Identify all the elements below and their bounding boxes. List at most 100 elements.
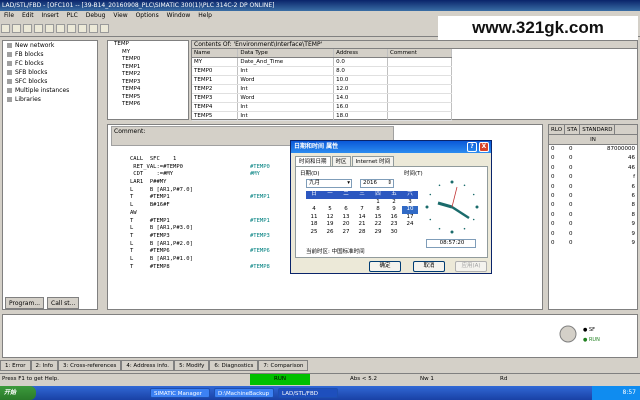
tab-info[interactable]: 2: Info — [30, 360, 59, 371]
tree-item-sfc-blocks[interactable]: SFC blocks — [3, 77, 97, 86]
apply-button[interactable]: 应用(A) — [455, 261, 487, 272]
tab-modify[interactable]: 5: Modify — [174, 360, 210, 371]
help-icon[interactable]: ? — [467, 142, 477, 152]
table-row[interactable]: TEMP5 Int 18.0 — [192, 111, 452, 121]
taskbar-item[interactable]: LAD/STL/FBD — [278, 388, 338, 398]
column-header[interactable]: Name — [192, 49, 239, 58]
interface-tree-item[interactable]: TEMP5 — [108, 94, 188, 102]
calendar-day[interactable]: 26 — [322, 229, 338, 237]
tab-comparison[interactable]: 7: Comparison — [258, 360, 309, 371]
table-row[interactable]: TEMP0 Int 8.0 — [192, 66, 452, 76]
tree-item-fc-blocks[interactable]: FC blocks — [3, 59, 97, 68]
table-row[interactable]: TEMP1 Word 10.0 — [192, 75, 452, 85]
calendar-day[interactable]: 17 — [402, 214, 418, 222]
calendar-day[interactable]: 7 — [354, 206, 370, 214]
close-icon[interactable]: X — [479, 142, 489, 152]
tree-item-fb-blocks[interactable]: FB blocks — [3, 50, 97, 59]
menu-help[interactable]: Help — [198, 12, 212, 19]
calendar-day[interactable]: 21 — [354, 221, 370, 229]
new-icon[interactable] — [1, 24, 10, 33]
copy-icon[interactable] — [56, 24, 65, 33]
table-row[interactable]: TEMP3 Word 14.0 — [192, 93, 452, 103]
menu-insert[interactable]: Insert — [42, 12, 59, 19]
open-icon[interactable] — [12, 24, 21, 33]
table-row[interactable]: MY Date_And_Time 0.0 — [192, 57, 452, 67]
calendar-day[interactable]: 18 — [306, 221, 322, 229]
interface-tree-item[interactable]: TEMP0 — [108, 56, 188, 64]
time-input[interactable]: 08:57:20 — [426, 239, 476, 248]
calendar-day[interactable]: 15 — [370, 214, 386, 222]
menu-debug[interactable]: Debug — [86, 12, 106, 19]
calendar-day[interactable]: 28 — [354, 229, 370, 237]
calendar-day[interactable]: 2 — [386, 199, 402, 207]
calendar-day[interactable]: 14 — [354, 214, 370, 222]
calendar-day[interactable]: 19 — [322, 221, 338, 229]
calendar-day[interactable]: 16 — [386, 214, 402, 222]
tab-internet-time[interactable]: Internet 时间 — [351, 156, 395, 166]
print-icon[interactable] — [34, 24, 43, 33]
year-spinner[interactable]: 2016 ⇕ — [360, 179, 394, 188]
menu-window[interactable]: Window — [167, 12, 191, 19]
help-icon[interactable] — [100, 24, 109, 33]
tab-program[interactable]: Program... — [5, 297, 45, 309]
calendar-day[interactable]: 25 — [306, 229, 322, 237]
calendar-day[interactable]: 10 — [402, 206, 418, 214]
interface-tree-item[interactable]: TEMP1 — [108, 64, 188, 72]
tab-error[interactable]: 1: Error — [0, 360, 31, 371]
cut-icon[interactable] — [45, 24, 54, 33]
month-select[interactable]: 九月 ▾ — [306, 179, 352, 188]
calendar-day[interactable]: 12 — [322, 214, 338, 222]
calendar-day[interactable]: 24 — [402, 221, 418, 229]
calendar-day[interactable]: 3 — [402, 199, 418, 207]
calendar-day[interactable]: 4 — [306, 206, 322, 214]
calendar-day[interactable]: 11 — [306, 214, 322, 222]
interface-tree-item[interactable]: TEMP2 — [108, 71, 188, 79]
menu-edit[interactable]: Edit — [22, 12, 34, 19]
download-icon[interactable] — [78, 24, 87, 33]
calendar-day[interactable]: 5 — [322, 206, 338, 214]
cancel-button[interactable]: 取消 — [413, 261, 445, 272]
interface-tree-item[interactable]: MY — [108, 49, 188, 57]
calendar-day[interactable]: 6 — [338, 206, 354, 214]
menu-file[interactable]: File — [4, 12, 14, 19]
tree-item-new-network[interactable]: New network — [3, 41, 97, 50]
table-row[interactable]: TEMP4 Int 16.0 — [192, 102, 452, 112]
tree-item-sfb-blocks[interactable]: SFB blocks — [3, 68, 97, 77]
column-header[interactable]: Address — [333, 49, 388, 58]
tab-timezone[interactable]: 时区 — [331, 156, 351, 166]
tab-date-time[interactable]: 时间和日期 — [295, 156, 331, 166]
interface-tree-item[interactable]: TEMP4 — [108, 86, 188, 94]
calendar-day[interactable]: 8 — [370, 206, 386, 214]
interface-tree-root[interactable]: TEMP — [108, 41, 188, 49]
calendar-day[interactable]: 30 — [386, 229, 402, 237]
taskbar-item[interactable]: SIMATIC Manager — [150, 388, 210, 398]
start-button[interactable]: 开始 — [0, 386, 36, 400]
calendar-day[interactable]: 22 — [370, 221, 386, 229]
column-header[interactable]: Comment — [387, 49, 452, 58]
tree-item-multiple-instances[interactable]: Multiple instances — [3, 86, 97, 95]
calendar-day[interactable]: 27 — [338, 229, 354, 237]
interface-tree-item[interactable]: TEMP3 — [108, 79, 188, 87]
column-header[interactable]: Data Type — [237, 49, 335, 58]
monitor-icon[interactable] — [89, 24, 98, 33]
tab-address-info[interactable]: 4: Address info. — [121, 360, 175, 371]
menu-plc[interactable]: PLC — [67, 12, 78, 19]
calendar-day[interactable]: 9 — [386, 206, 402, 214]
save-icon[interactable] — [23, 24, 32, 33]
menu-options[interactable]: Options — [136, 12, 159, 19]
calendar-day[interactable]: 20 — [338, 221, 354, 229]
paste-icon[interactable] — [67, 24, 76, 33]
calendar-day[interactable]: 29 — [370, 229, 386, 237]
calendar-day[interactable]: 23 — [386, 221, 402, 229]
calendar-day[interactable]: 1 — [370, 199, 386, 207]
interface-tree-item[interactable]: TEMP6 — [108, 101, 188, 109]
tab-cross-references[interactable]: 3: Cross-references — [58, 360, 122, 371]
tab-call-structure[interactable]: Call st... — [47, 297, 80, 309]
tab-diagnostics[interactable]: 6: Diagnostics — [209, 360, 259, 371]
calendar-day[interactable]: 13 — [338, 214, 354, 222]
table-row[interactable]: TEMP2 Int 12.0 — [192, 84, 452, 94]
ok-button[interactable]: 确定 — [369, 261, 401, 272]
taskbar-item[interactable]: D:\MachineBackup — [214, 388, 274, 398]
tree-item-libraries[interactable]: Libraries — [3, 95, 97, 104]
menu-view[interactable]: View — [113, 12, 127, 19]
